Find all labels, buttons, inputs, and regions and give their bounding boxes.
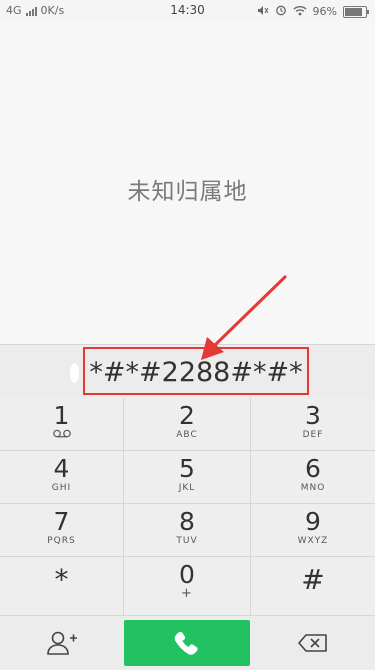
key-digit: 1 [53, 401, 70, 430]
keypad: 1 2 ABC 3 DEF 4 GHI 5 JKL 6 MNO 7 PQRS 8… [0, 398, 375, 616]
wifi-icon [293, 5, 307, 19]
key-8[interactable]: 8 TUV [124, 504, 251, 557]
phone-icon [174, 631, 198, 655]
key-6[interactable]: 6 MNO [251, 451, 375, 504]
status-bar: 4G 0K/s 14:30 96% [0, 0, 375, 22]
key-4[interactable]: 4 GHI [0, 451, 124, 504]
key-letters: TUV [176, 536, 198, 546]
text-cursor [70, 363, 79, 383]
highlight-box [83, 347, 309, 395]
key-letters: JKL [178, 483, 196, 493]
action-bar [0, 616, 375, 670]
add-contact-icon[interactable] [46, 630, 78, 660]
key-digit: 4 [53, 454, 70, 483]
key-letters: + [181, 586, 193, 601]
call-button[interactable] [124, 620, 250, 666]
key-digit: 8 [179, 507, 195, 536]
key-letters: GHI [51, 483, 72, 493]
alarm-icon [275, 4, 287, 19]
key-letters: WXYZ [297, 536, 329, 546]
key-7[interactable]: 7 PQRS [0, 504, 124, 557]
dialed-number-row: *#*#2288#*#* [0, 344, 375, 399]
key-letters: DEF [302, 430, 324, 440]
voicemail-icon [0, 429, 123, 442]
key-letters: ABC [176, 430, 198, 440]
key-hash[interactable]: # [251, 557, 375, 616]
key-digit: 0 [179, 560, 195, 589]
key-letters: PQRS [47, 536, 76, 546]
key-digit: 7 [53, 507, 70, 536]
backspace-icon[interactable] [298, 634, 328, 656]
key-2[interactable]: 2 ABC [124, 398, 251, 451]
key-digit: 5 [179, 454, 195, 483]
caller-location: 未知归属地 [127, 179, 248, 205]
caller-display: 未知归属地 [0, 22, 375, 344]
key-digit: * [54, 563, 69, 596]
key-digit: 3 [305, 401, 321, 430]
battery-icon [343, 5, 369, 18]
key-1[interactable]: 1 [0, 398, 124, 451]
key-5[interactable]: 5 JKL [124, 451, 251, 504]
key-star[interactable]: * [0, 557, 124, 616]
key-digit: 6 [305, 454, 321, 483]
key-0[interactable]: 0 + [124, 557, 251, 616]
key-3[interactable]: 3 DEF [251, 398, 375, 451]
key-digit: # [301, 563, 325, 596]
mute-icon [257, 5, 269, 19]
battery-percent: 96% [312, 5, 337, 18]
key-letters: MNO [300, 483, 326, 493]
key-digit: 9 [305, 507, 321, 536]
key-9[interactable]: 9 WXYZ [251, 504, 375, 557]
key-digit: 2 [179, 401, 195, 430]
